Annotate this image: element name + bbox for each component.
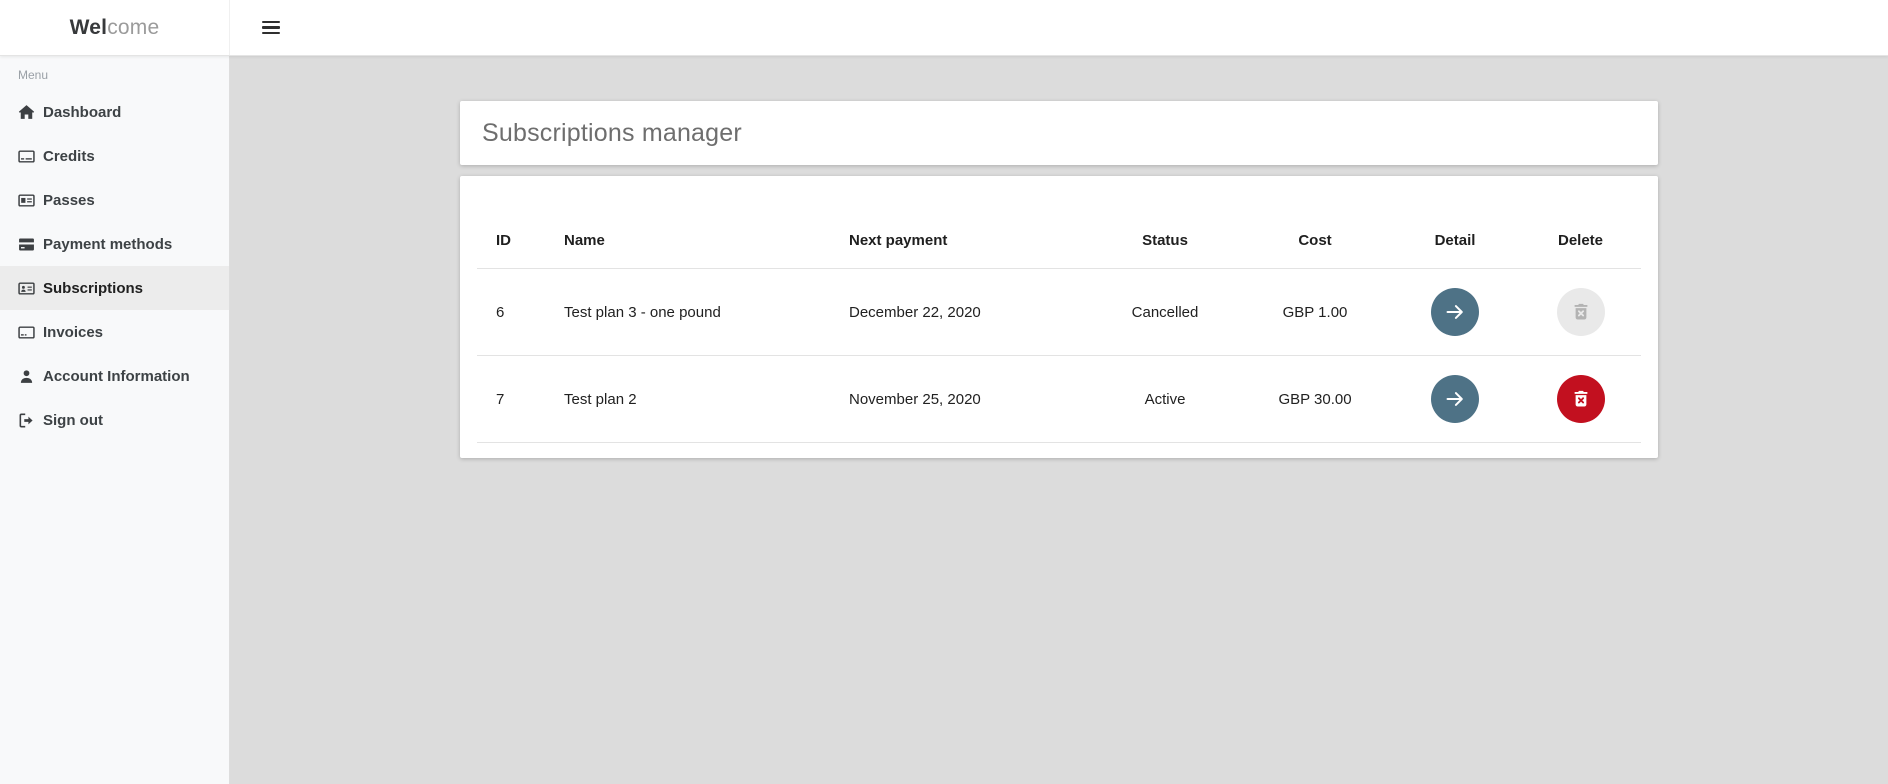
invoice-icon bbox=[18, 324, 35, 341]
credit-card-icon bbox=[18, 148, 35, 165]
sidebar-item-dashboard[interactable]: Dashboard bbox=[0, 90, 229, 134]
sidebar-item-account-information[interactable]: Account Information bbox=[0, 354, 229, 398]
sidebar-item-label: Account Information bbox=[43, 367, 190, 385]
detail-button[interactable] bbox=[1431, 375, 1479, 423]
column-header-cost: Cost bbox=[1298, 232, 1332, 249]
sidebar-item-credits[interactable]: Credits bbox=[0, 134, 229, 178]
sidebar: Menu Dashboard Credits Passes Payment me… bbox=[0, 56, 230, 784]
sidebar-item-invoices[interactable]: Invoices bbox=[0, 310, 229, 354]
arrow-right-icon bbox=[1444, 388, 1466, 410]
main-content: Subscriptions manager ID Name Next payme… bbox=[230, 56, 1888, 784]
topbar-main bbox=[230, 0, 1888, 55]
user-icon bbox=[18, 368, 35, 385]
cell-cost: GBP 1.00 bbox=[1282, 303, 1348, 321]
cell-name: Test plan 3 - one pound bbox=[564, 303, 721, 321]
cell-next-payment: December 22, 2020 bbox=[849, 303, 981, 321]
table-row: 7 Test plan 2 November 25, 2020 Active G… bbox=[477, 356, 1641, 443]
arrow-right-icon bbox=[1444, 301, 1466, 323]
cell-id: 6 bbox=[496, 303, 505, 321]
sidebar-item-label: Credits bbox=[43, 147, 95, 165]
page-title: Subscriptions manager bbox=[482, 118, 742, 147]
topbar: Wel come bbox=[0, 0, 1888, 56]
sidebar-item-label: Subscriptions bbox=[43, 279, 144, 297]
sidebar-item-label: Sign out bbox=[43, 411, 103, 429]
delete-button-disabled bbox=[1556, 288, 1605, 336]
home-icon bbox=[18, 104, 35, 121]
sidebar-item-label: Invoices bbox=[43, 323, 104, 341]
table-header-row: ID Name Next payment Status Cost Detail … bbox=[477, 176, 1641, 269]
brand-logo-bold: Wel bbox=[69, 15, 108, 39]
column-header-detail: Detail bbox=[1434, 232, 1476, 249]
payment-card-icon bbox=[18, 236, 35, 253]
brand-logo-light: come bbox=[107, 15, 160, 39]
address-card-icon bbox=[18, 280, 35, 297]
trash-x-icon bbox=[1571, 302, 1591, 322]
column-header-id: ID bbox=[496, 232, 511, 249]
sidebar-item-label: Payment methods bbox=[43, 235, 173, 253]
cell-name: Test plan 2 bbox=[564, 390, 637, 408]
cell-status: Active bbox=[1144, 390, 1186, 408]
subscriptions-table-card: ID Name Next payment Status Cost Detail … bbox=[460, 176, 1658, 458]
trash-x-icon bbox=[1571, 389, 1591, 409]
sidebar-item-passes[interactable]: Passes bbox=[0, 178, 229, 222]
sidebar-item-subscriptions[interactable]: Subscriptions bbox=[0, 266, 229, 310]
sidebar-section-label: Menu bbox=[18, 68, 49, 82]
cell-next-payment: November 25, 2020 bbox=[849, 390, 981, 408]
column-header-next-payment: Next payment bbox=[849, 232, 948, 249]
cell-cost: GBP 30.00 bbox=[1278, 390, 1352, 408]
sidebar-item-sign-out[interactable]: Sign out bbox=[0, 398, 229, 442]
delete-button[interactable] bbox=[1556, 375, 1605, 423]
detail-button[interactable] bbox=[1431, 288, 1479, 336]
column-header-status: Status bbox=[1142, 232, 1188, 249]
sign-out-icon bbox=[18, 412, 35, 429]
hamburger-icon bbox=[262, 20, 280, 24]
cell-id: 7 bbox=[496, 390, 505, 408]
column-header-name: Name bbox=[564, 232, 605, 249]
brand-logo: Wel come bbox=[0, 0, 230, 55]
menu-toggle-button[interactable] bbox=[258, 17, 284, 39]
sidebar-item-payment-methods[interactable]: Payment methods bbox=[0, 222, 229, 266]
cell-status: Cancelled bbox=[1131, 303, 1199, 321]
id-card-icon bbox=[18, 192, 35, 209]
table-row: 6 Test plan 3 - one pound December 22, 2… bbox=[477, 269, 1641, 356]
column-header-delete: Delete bbox=[1557, 232, 1604, 249]
page-title-card: Subscriptions manager bbox=[460, 101, 1658, 165]
sidebar-item-label: Dashboard bbox=[43, 103, 122, 121]
sidebar-item-label: Passes bbox=[43, 191, 95, 209]
